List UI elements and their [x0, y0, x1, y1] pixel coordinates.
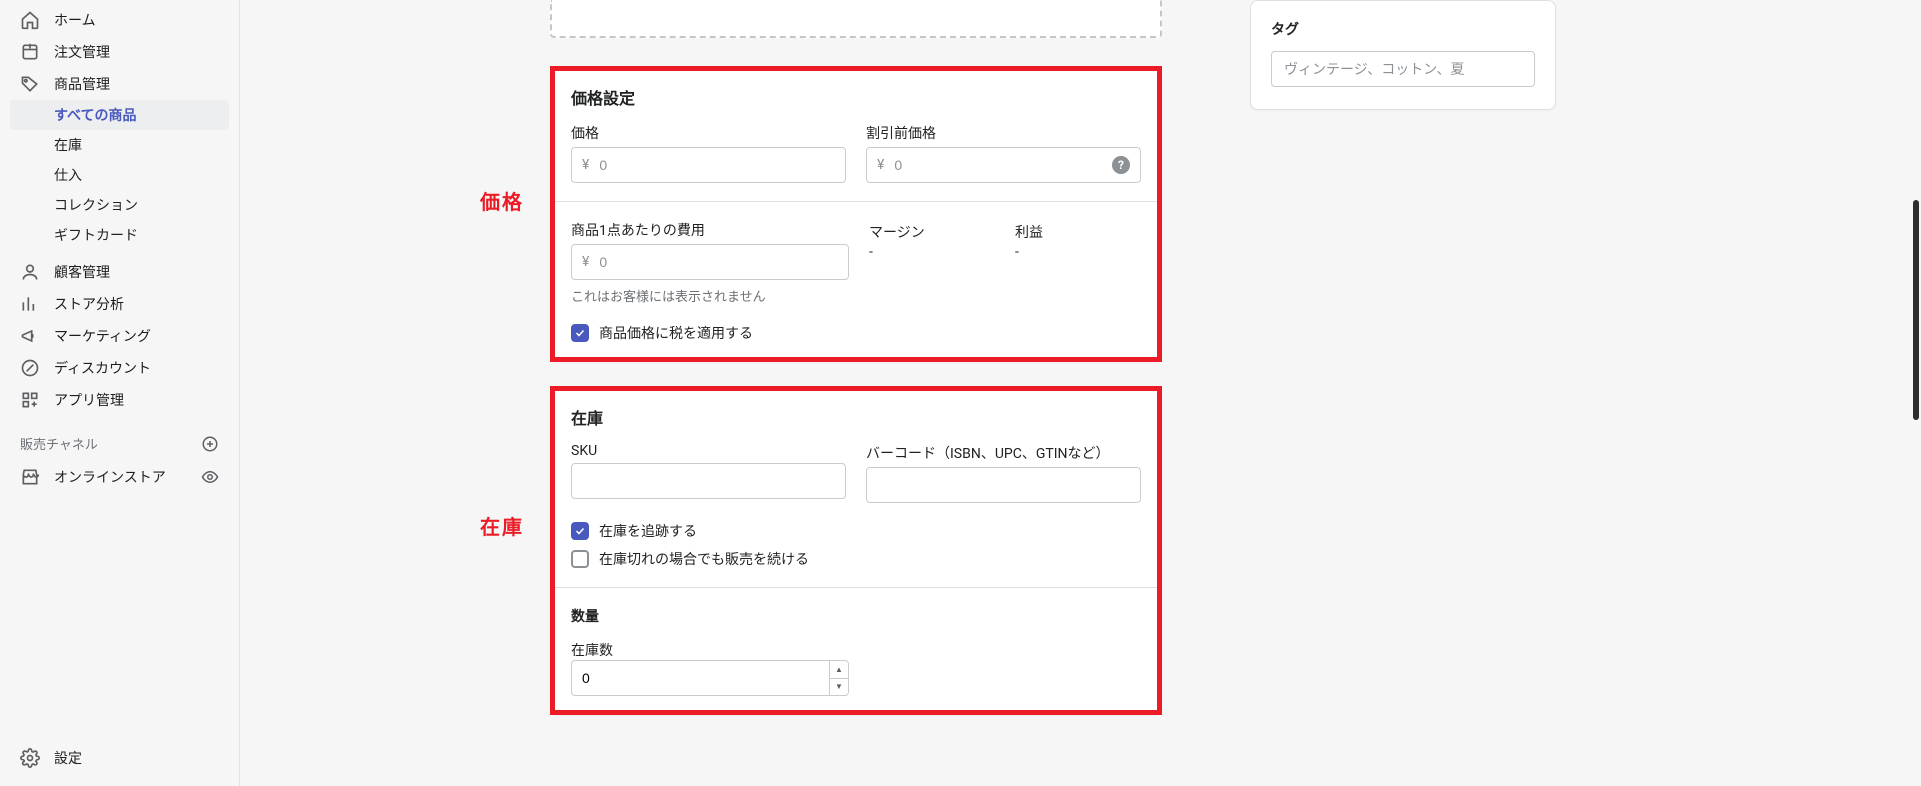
pricing-card: 価格設定 価格 ¥ 割引前価格 [550, 66, 1162, 362]
tax-checkbox[interactable] [571, 324, 589, 342]
pricing-title: 価格設定 [571, 85, 1141, 109]
add-channel-icon[interactable] [201, 435, 219, 453]
sidebar-item-label: マーケティング [54, 326, 151, 346]
currency-symbol: ¥ [582, 254, 589, 270]
cost-hint: これはお客様には表示されません [571, 286, 849, 305]
price-label: 価格 [571, 123, 846, 143]
eye-icon[interactable] [201, 468, 219, 486]
tags-input[interactable] [1282, 60, 1524, 78]
sales-channels-label: 販売チャネル [20, 434, 98, 453]
sku-input-wrap[interactable] [571, 463, 846, 499]
quantity-input[interactable] [571, 660, 829, 696]
oversell-label: 在庫切れの場合でも販売を続ける [599, 549, 809, 569]
sidebar-item-label: アプリ管理 [54, 390, 124, 410]
compare-price-input-wrap[interactable]: ¥ ? [866, 147, 1141, 183]
sidebar-item-label: 注文管理 [54, 42, 110, 62]
tags-card: タグ [1250, 0, 1556, 110]
cost-label: 商品1点あたりの費用 [571, 220, 849, 240]
sidebar-item-label: ホーム [54, 10, 96, 30]
track-inventory-checkbox[interactable] [571, 522, 589, 540]
products-subnav: すべての商品 在庫 仕入 コレクション ギフトカード [0, 100, 239, 256]
tax-checkbox-label: 商品価格に税を適用する [599, 323, 753, 343]
store-icon [20, 467, 40, 487]
sales-channels-header: 販売チャネル [0, 426, 239, 461]
sku-input[interactable] [582, 472, 835, 490]
sidebar-item-label: ストア分析 [54, 294, 124, 314]
compare-price-input[interactable] [892, 156, 1104, 174]
inventory-card-wrapper: 在庫 在庫 SKU バーコード [550, 386, 1162, 715]
help-icon[interactable]: ? [1112, 156, 1130, 174]
track-inventory-label: 在庫を追跡する [599, 521, 697, 541]
orders-icon [20, 42, 40, 62]
barcode-label: バーコード（ISBN、UPC、GTINなど） [866, 443, 1141, 463]
channel-label: オンラインストア [54, 467, 166, 487]
channel-online-store[interactable]: オンラインストア [0, 461, 239, 493]
pricing-card-wrapper: 価格 価格設定 価格 ¥ [550, 66, 1162, 362]
right-column: タグ [1250, 0, 1556, 110]
price-input[interactable] [597, 156, 835, 174]
currency-symbol: ¥ [582, 157, 589, 173]
quantity-title: 数量 [571, 606, 1141, 626]
sidebar-footer: 設定 [0, 742, 239, 786]
analytics-icon [20, 294, 40, 314]
cost-input-wrap[interactable]: ¥ [571, 244, 849, 280]
profit-value: - [1015, 244, 1141, 260]
oversell-checkbox[interactable] [571, 550, 589, 568]
main-content: 価格 価格設定 価格 ¥ [240, 0, 1921, 786]
available-label: 在庫数 [571, 643, 613, 659]
tag-icon [20, 74, 40, 94]
sku-label: SKU [571, 443, 846, 459]
currency-symbol: ¥ [877, 157, 884, 173]
megaphone-icon [20, 326, 40, 346]
barcode-input[interactable] [877, 476, 1130, 494]
quantity-increment[interactable]: ▲ [830, 661, 848, 679]
inventory-card: 在庫 SKU バーコード（ISBN、UPC、GTINなど） [550, 386, 1162, 715]
gear-icon [20, 748, 40, 768]
sidebar-item-discounts[interactable]: ディスカウント [10, 352, 229, 384]
margin-label: マージン [869, 222, 995, 242]
profit-label: 利益 [1015, 222, 1141, 242]
scrollbar-thumb[interactable] [1913, 200, 1919, 420]
tags-input-wrap[interactable] [1271, 51, 1535, 87]
sidebar: ホーム 注文管理 商品管理 すべての商品 在庫 仕入 コレクション ギフトカード [0, 0, 240, 786]
sidebar-item-label: 顧客管理 [54, 262, 110, 282]
settings-label: 設定 [54, 748, 82, 768]
sidebar-item-apps[interactable]: アプリ管理 [10, 384, 229, 416]
discount-icon [20, 358, 40, 378]
subnav-collections[interactable]: コレクション [10, 190, 229, 220]
inventory-title: 在庫 [571, 405, 1141, 429]
barcode-input-wrap[interactable] [866, 467, 1141, 503]
sidebar-item-home[interactable]: ホーム [10, 4, 229, 36]
tags-title: タグ [1271, 19, 1535, 39]
cost-input[interactable] [597, 253, 838, 271]
sidebar-nav: ホーム 注文管理 商品管理 [0, 4, 239, 100]
apps-icon [20, 390, 40, 410]
annotation-price: 価格 [480, 186, 524, 215]
scrollbar[interactable] [1913, 0, 1919, 786]
sidebar-settings[interactable]: 設定 [10, 742, 229, 774]
home-icon [20, 10, 40, 30]
subnav-all-products[interactable]: すべての商品 [10, 100, 229, 130]
quantity-decrement[interactable]: ▼ [830, 679, 848, 696]
sidebar-item-label: ディスカウント [54, 358, 151, 378]
subnav-giftcards[interactable]: ギフトカード [10, 220, 229, 250]
sidebar-item-marketing[interactable]: マーケティング [10, 320, 229, 352]
price-input-wrap[interactable]: ¥ [571, 147, 846, 183]
subnav-transfers[interactable]: 仕入 [10, 160, 229, 190]
sidebar-item-label: 商品管理 [54, 74, 110, 94]
sidebar-nav-lower: 顧客管理 ストア分析 マーケティング ディスカウント [0, 256, 239, 416]
annotation-inventory: 在庫 [480, 511, 524, 540]
quantity-spinner[interactable]: ▲ ▼ [571, 660, 849, 696]
customers-icon [20, 262, 40, 282]
sidebar-item-customers[interactable]: 顧客管理 [10, 256, 229, 288]
media-dropzone[interactable] [550, 0, 1162, 38]
sidebar-item-products[interactable]: 商品管理 [10, 68, 229, 100]
subnav-inventory[interactable]: 在庫 [10, 130, 229, 160]
sidebar-item-analytics[interactable]: ストア分析 [10, 288, 229, 320]
margin-value: - [869, 244, 995, 260]
compare-price-label: 割引前価格 [866, 123, 1141, 143]
sidebar-item-orders[interactable]: 注文管理 [10, 36, 229, 68]
